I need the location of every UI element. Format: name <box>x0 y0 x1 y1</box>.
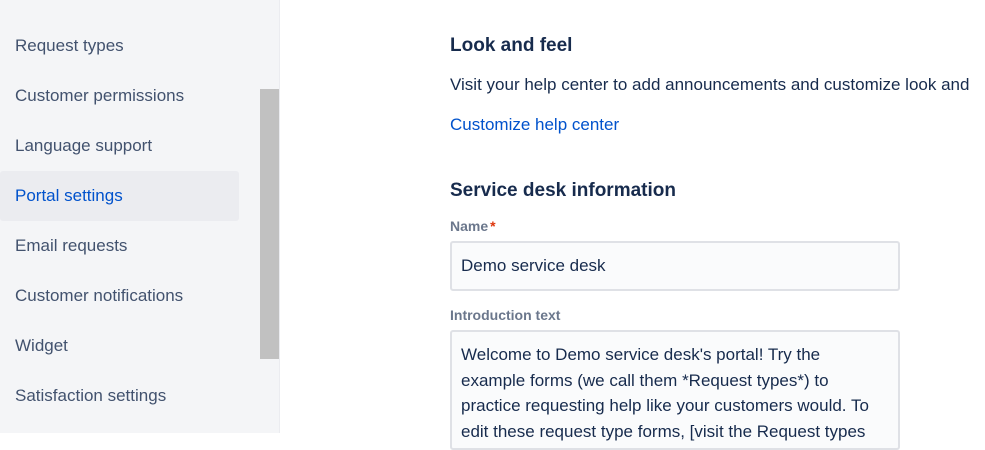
sidebar-item-customer-notifications[interactable]: Customer notifications <box>0 271 239 321</box>
service-desk-information-heading: Service desk information <box>450 180 676 201</box>
sidebar-item-widget[interactable]: Widget <box>0 321 239 371</box>
name-label-text: Name <box>450 218 489 234</box>
introduction-text-textarea[interactable]: Welcome to Demo service desk's portal! T… <box>450 330 900 450</box>
customize-help-center-link[interactable]: Customize help center <box>450 115 619 135</box>
main-content: Look and feel Visit your help center to … <box>450 0 985 450</box>
sidebar-scrollbar[interactable] <box>260 0 279 433</box>
sidebar-item-customer-permissions[interactable]: Customer permissions <box>0 71 239 121</box>
sidebar-scrollbar-thumb[interactable] <box>260 89 279 359</box>
sidebar: Request types Customer permissions Langu… <box>0 0 260 433</box>
introduction-text-label: Introduction text <box>450 307 561 323</box>
sidebar-item-request-types[interactable]: Request types <box>0 21 239 71</box>
name-input[interactable]: Demo service desk <box>450 241 900 291</box>
look-and-feel-heading: Look and feel <box>450 35 573 56</box>
sidebar-item-email-requests[interactable]: Email requests <box>0 221 239 271</box>
sidebar-item-satisfaction-settings[interactable]: Satisfaction settings <box>0 371 239 421</box>
sidebar-item-portal-settings[interactable]: Portal settings <box>0 171 239 221</box>
name-field-label: Name * <box>450 218 496 234</box>
sidebar-item-language-support[interactable]: Language support <box>0 121 239 171</box>
look-and-feel-description: Visit your help center to add announceme… <box>450 75 970 94</box>
required-marker: * <box>490 218 496 234</box>
sidebar-divider <box>279 0 280 433</box>
